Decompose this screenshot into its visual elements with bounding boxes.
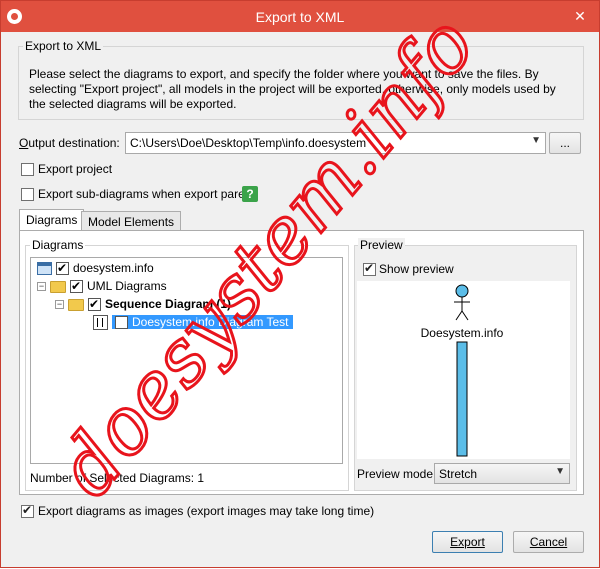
preview-mode-value: Stretch <box>439 467 478 481</box>
output-destination-label: Output destination: <box>19 136 120 150</box>
intro-text: Please select the diagrams to export, an… <box>29 67 556 111</box>
actor-name: Doesystem.info <box>421 326 504 340</box>
export-button-label: Export <box>450 535 485 549</box>
tree-item-project[interactable]: doesystem.info <box>37 259 154 277</box>
tree-item-sequence-diagram-label: Sequence Diagram (1) <box>105 297 232 311</box>
actor-head <box>455 284 469 298</box>
tree-item-sequence-diagram[interactable]: − Sequence Diagram (1) <box>55 295 231 313</box>
lifeline-bar <box>456 341 468 457</box>
cancel-button-label: Cancel <box>529 535 568 549</box>
collapse-icon[interactable]: − <box>37 282 46 292</box>
diagram-tree[interactable]: doesystem.info − UML Diagrams − Sequence D… <box>30 257 343 464</box>
export-subdiagrams-label: Export sub-diagrams when export parent <box>38 187 255 201</box>
tree-item-diagram-test-label: Doesystem.info Diagram Test <box>132 315 289 329</box>
show-preview-checkbox[interactable] <box>363 261 376 276</box>
chevron-down-icon[interactable]: ▼ <box>555 466 565 477</box>
selected-count-label: Number of Selected Diagrams: 1 <box>30 471 205 485</box>
sequence-diagram-icon <box>93 315 108 331</box>
title-bar[interactable]: Export to XML ✕ <box>1 1 599 32</box>
show-preview-label: Show preview <box>379 262 454 276</box>
actor-leg-right <box>461 310 469 321</box>
export-to-xml-dialog: Export to XML ✕ Export to XML Please sel… <box>0 0 600 568</box>
folder-icon <box>68 298 84 311</box>
diagram-preview: Doesystem.info <box>357 281 570 459</box>
cancel-button[interactable]: Cancel <box>513 531 584 553</box>
tree-item-project-label: doesystem.info <box>73 261 154 275</box>
export-button[interactable]: Export <box>432 531 503 553</box>
browse-button[interactable]: ... <box>549 132 581 154</box>
actor-leg-left <box>455 310 463 321</box>
tab-model-elements[interactable]: Model Elements <box>81 211 182 231</box>
close-icon[interactable]: ✕ <box>569 5 591 27</box>
tree-item-uml-diagrams[interactable]: − UML Diagrams <box>37 277 167 295</box>
output-destination-label-rest: utput destination: <box>28 136 120 150</box>
diagrams-group-title: Diagrams <box>30 238 86 252</box>
preview-group-title: Preview <box>358 238 405 252</box>
preview-svg: Doesystem.info <box>421 284 504 457</box>
output-destination-combo[interactable]: C:\Users\Doe\Desktop\Temp\info.doesystem… <box>125 132 546 154</box>
export-subdiagrams-checkbox[interactable] <box>21 188 34 201</box>
export-images-checkbox[interactable] <box>21 503 34 518</box>
window-title: Export to XML <box>255 9 345 25</box>
export-project-checkbox[interactable] <box>21 163 34 176</box>
help-icon[interactable]: ? <box>242 186 258 202</box>
preview-mode-label: Preview mode: <box>357 467 437 481</box>
output-destination-value: C:\Users\Doe\Desktop\Temp\info.doesystem <box>130 136 367 150</box>
chevron-down-icon[interactable]: ▼ <box>531 135 541 146</box>
tree-item-uml-diagrams-checkbox[interactable] <box>70 277 83 295</box>
preview-mode-combo[interactable]: Stretch ▼ <box>434 463 570 484</box>
export-project-label: Export project <box>38 162 113 176</box>
tree-item-selection[interactable]: Doesystem.info Diagram Test <box>112 313 293 331</box>
tree-item-sequence-diagram-checkbox[interactable] <box>88 295 101 313</box>
tree-item-diagram-test-checkbox[interactable] <box>115 313 128 331</box>
intro-group-title: Export to XML <box>23 39 104 53</box>
tree-item-diagram-test[interactable]: Doesystem.info Diagram Test <box>93 313 293 331</box>
collapse-icon[interactable]: − <box>55 300 64 310</box>
project-icon <box>37 262 52 276</box>
export-images-label: Export diagrams as images (export images… <box>38 504 375 518</box>
tree-item-project-checkbox[interactable] <box>56 259 69 277</box>
folder-icon <box>50 280 66 293</box>
tab-diagrams[interactable]: Diagrams <box>19 209 85 231</box>
tree-item-uml-diagrams-label: UML Diagrams <box>87 279 167 293</box>
